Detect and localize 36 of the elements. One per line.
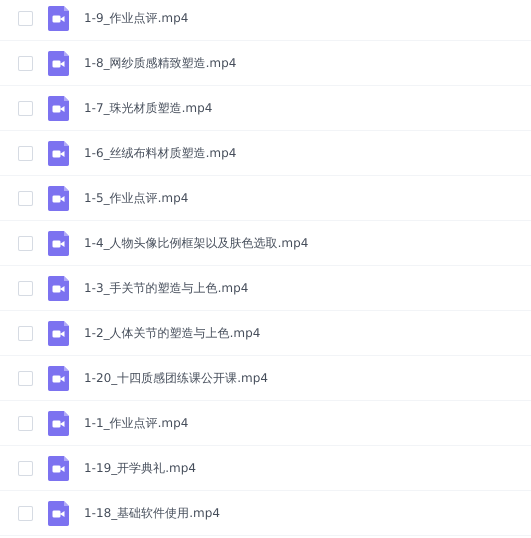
file-name[interactable]: 1-1_作业点评.mp4 bbox=[84, 414, 188, 432]
file-name[interactable]: 1-19_开学典礼.mp4 bbox=[84, 460, 196, 476]
video-file-icon bbox=[48, 6, 69, 30]
file-name[interactable]: 1-9_作业点评.mp4 bbox=[84, 10, 188, 26]
video-file-icon bbox=[48, 410, 69, 436]
video-file-icon bbox=[48, 366, 69, 390]
checkbox[interactable] bbox=[18, 370, 33, 386]
video-file-icon bbox=[48, 276, 69, 300]
video-file-icon bbox=[48, 500, 69, 526]
checkbox[interactable] bbox=[18, 100, 33, 116]
video-file-icon bbox=[48, 320, 69, 346]
file-name[interactable]: 1-3_手关节的塑造与上色.mp4 bbox=[84, 280, 248, 296]
checkbox[interactable] bbox=[18, 280, 33, 296]
file-name[interactable]: 1-8_网纱质感精致塑造.mp4 bbox=[84, 54, 236, 72]
video-file-icon bbox=[48, 140, 69, 166]
file-name[interactable]: 1-5_作业点评.mp4 bbox=[84, 190, 188, 206]
checkbox[interactable] bbox=[18, 460, 33, 476]
checkbox[interactable] bbox=[18, 416, 33, 430]
video-file-icon bbox=[48, 456, 69, 480]
checkbox[interactable] bbox=[18, 190, 33, 206]
file-name[interactable]: 1-18_基础软件使用.mp4 bbox=[84, 504, 220, 522]
checkbox[interactable] bbox=[18, 506, 33, 520]
video-file-icon bbox=[48, 50, 69, 76]
checkbox[interactable] bbox=[18, 236, 33, 250]
file-name[interactable]: 1-20_十四质感团练课公开课.mp4 bbox=[84, 370, 268, 386]
video-file-icon bbox=[48, 96, 69, 120]
checkbox[interactable] bbox=[18, 56, 33, 70]
video-file-icon bbox=[48, 230, 69, 256]
file-name[interactable]: 1-4_人物头像比例框架以及肤色选取.mp4 bbox=[84, 234, 308, 252]
file-name[interactable]: 1-7_珠光材质塑造.mp4 bbox=[84, 100, 212, 116]
file-name[interactable]: 1-6_丝绒布料材质塑造.mp4 bbox=[84, 144, 236, 162]
checkbox[interactable] bbox=[18, 146, 33, 160]
file-name[interactable]: 1-2_人体关节的塑造与上色.mp4 bbox=[84, 324, 260, 342]
checkbox[interactable] bbox=[18, 10, 33, 26]
video-file-icon bbox=[48, 186, 69, 210]
checkbox[interactable] bbox=[18, 326, 33, 340]
